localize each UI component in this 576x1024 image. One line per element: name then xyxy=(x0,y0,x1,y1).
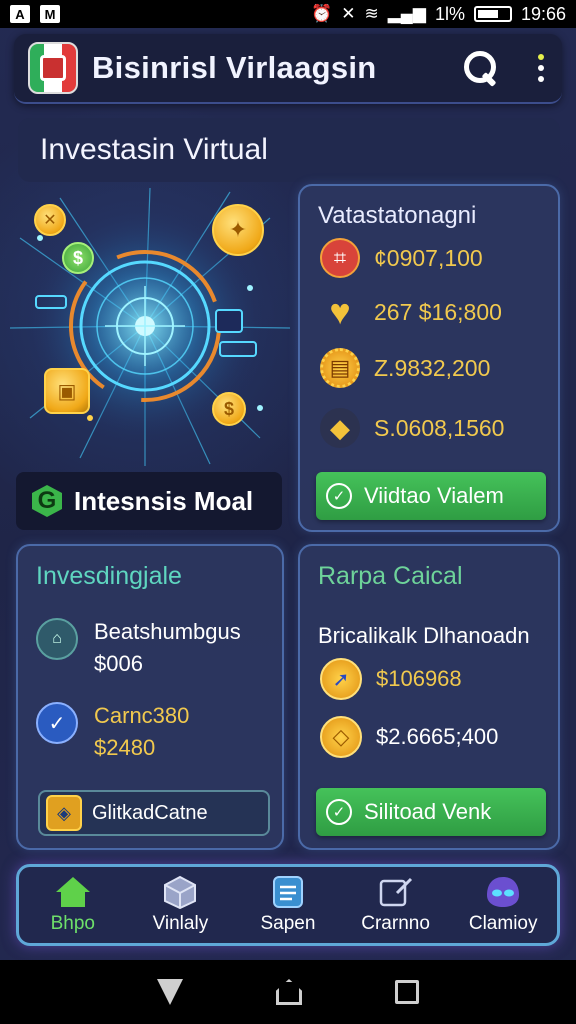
mute-icon: ✕ xyxy=(341,4,356,23)
bottom-navigation: Bhpo Vinlaly Sapen Crarnno Clamioy xyxy=(16,864,560,946)
wifi-icon: ≋ xyxy=(364,4,379,23)
game-button[interactable]: ◈ GlitkadCatne xyxy=(38,790,270,836)
nav-item-edit[interactable]: Crarnno xyxy=(346,875,446,935)
stat-row: ▤ Z.9832,200 xyxy=(320,348,490,388)
check-icon: ✓ xyxy=(326,799,352,825)
item-name: Carnc380 xyxy=(94,703,190,728)
list-icon xyxy=(269,875,307,909)
diamond-icon: ◇ xyxy=(320,716,362,758)
dollar-icon: $ xyxy=(62,242,94,274)
stat-row: ⌗ ¢0907,100 xyxy=(320,238,483,278)
more-options-icon[interactable] xyxy=(538,54,544,82)
stats-card-title: Vatastatonagni xyxy=(318,202,477,229)
hero-illustration: ✕ $ ✦ ▣ $ xyxy=(0,178,296,468)
button-label: GlitkadCatne xyxy=(92,801,208,824)
nav-item-home[interactable]: Bhpo xyxy=(23,875,123,935)
battery-percent: 1l% xyxy=(434,3,465,24)
stat-value: $2.6665;400 xyxy=(376,724,499,749)
nav-label: Sapen xyxy=(260,913,316,934)
alarm-icon: ⏰ xyxy=(311,4,333,23)
investment-card: Invesdingjale ⌂ Beatshumbgus $006 ✓ Carn… xyxy=(16,544,284,850)
box-icon: ◆ xyxy=(320,408,360,448)
stat-value: $106968 xyxy=(376,666,462,691)
stat-row: ◇ $2.6665;400 xyxy=(320,716,498,758)
stat-value: Z.9832,200 xyxy=(374,354,491,381)
notification-badge: M xyxy=(40,5,60,23)
system-navigation-bar xyxy=(0,960,576,1024)
dollar-icon: $ xyxy=(212,392,246,426)
investment-card-title: Invesdingjale xyxy=(36,562,182,590)
button-label: Silitoad Venk xyxy=(364,799,492,824)
page-title: Investasin Virtual xyxy=(18,118,560,182)
battery-icon xyxy=(473,6,512,22)
coin-icon: ✕ xyxy=(34,204,66,236)
recent-apps-icon[interactable] xyxy=(395,980,420,1004)
list-item[interactable]: ⌂ Beatshumbgus $006 xyxy=(36,616,241,680)
signal-icon: ▂▄▆ xyxy=(387,4,426,23)
nav-item-list[interactable]: Sapen xyxy=(238,875,338,935)
stat-row: ◆ S.0608,1560 xyxy=(320,408,504,448)
list-item[interactable]: ✓ Carnc380 $2480 xyxy=(36,700,189,764)
item-value: $006 xyxy=(94,650,143,676)
nav-label: Clamioy xyxy=(468,913,538,934)
item-value: $2480 xyxy=(94,734,156,760)
home-button-icon[interactable] xyxy=(275,979,302,1005)
rapid-card-title: Rarpa Caical xyxy=(318,562,463,590)
app-bar: Bisinrisl Virlaagsin xyxy=(14,34,562,104)
rapid-card-subtitle: Bricalikalk Dlhanoadn xyxy=(318,623,530,648)
stat-row: ♥ 267 $16;800 xyxy=(320,291,502,332)
coin-icon: ✦ xyxy=(212,204,264,256)
rapid-action-button[interactable]: ✓ Silitoad Venk xyxy=(316,788,546,836)
alien-icon xyxy=(484,875,522,909)
edit-icon xyxy=(377,875,415,909)
wallet-icon: ▣ xyxy=(44,368,90,414)
clock: 19:66 xyxy=(520,3,566,24)
heart-icon: ♥ xyxy=(329,291,351,332)
nav-item-virtual[interactable]: Vinlaly xyxy=(130,875,230,935)
rapid-card: Rarpa Caical Bricalikalk Dlhanoadn ➚ $10… xyxy=(298,544,560,850)
nav-label: Bhpo xyxy=(50,913,95,934)
home-icon xyxy=(54,875,92,909)
status-bar: A M ⏰ ✕ ≋ ▂▄▆ 1l% 19:66 xyxy=(0,0,576,28)
app-title: Bisinrisl Virlaagsin xyxy=(92,50,377,85)
chart-icon: ⌗ xyxy=(320,238,360,278)
button-label: Viidtao Vialem xyxy=(364,483,504,508)
check-circle-icon: ✓ xyxy=(36,702,78,744)
view-stats-button[interactable]: ✓ Viidtao Vialem xyxy=(316,472,546,520)
app-screen: A M ⏰ ✕ ≋ ▂▄▆ 1l% 19:66 Bisinrisl Virlaa… xyxy=(0,0,576,1024)
back-icon[interactable] xyxy=(156,979,183,1005)
stat-value: ¢0907,100 xyxy=(374,244,483,271)
shield-icon: G xyxy=(32,485,62,517)
nav-label: Vinlaly xyxy=(152,913,209,934)
cube-icon xyxy=(161,875,199,909)
stat-row: ➚ $106968 xyxy=(320,658,462,700)
building-icon: ⌂ xyxy=(36,618,78,660)
feature-banner[interactable]: G Intesnsis Moal xyxy=(16,472,282,530)
check-icon: ✓ xyxy=(326,483,352,509)
search-icon[interactable] xyxy=(464,51,498,85)
stat-value: S.0608,1560 xyxy=(374,414,505,441)
stats-card: Vatastatonagni ⌗ ¢0907,100 ♥ 267 $16;800… xyxy=(298,184,560,532)
badge-icon: ▤ xyxy=(320,348,360,388)
app-logo xyxy=(28,42,78,94)
item-name: Beatshumbgus xyxy=(94,619,241,644)
notification-badge: A xyxy=(10,5,30,23)
rocket-icon: ➚ xyxy=(320,658,362,700)
stat-value: 267 $16;800 xyxy=(374,298,502,325)
feature-label: Intesnsis Moal xyxy=(74,485,254,516)
nav-label: Crarnno xyxy=(361,913,430,934)
shield-badge-icon: ◈ xyxy=(46,795,82,831)
nav-item-profile[interactable]: Clamioy xyxy=(453,875,553,935)
